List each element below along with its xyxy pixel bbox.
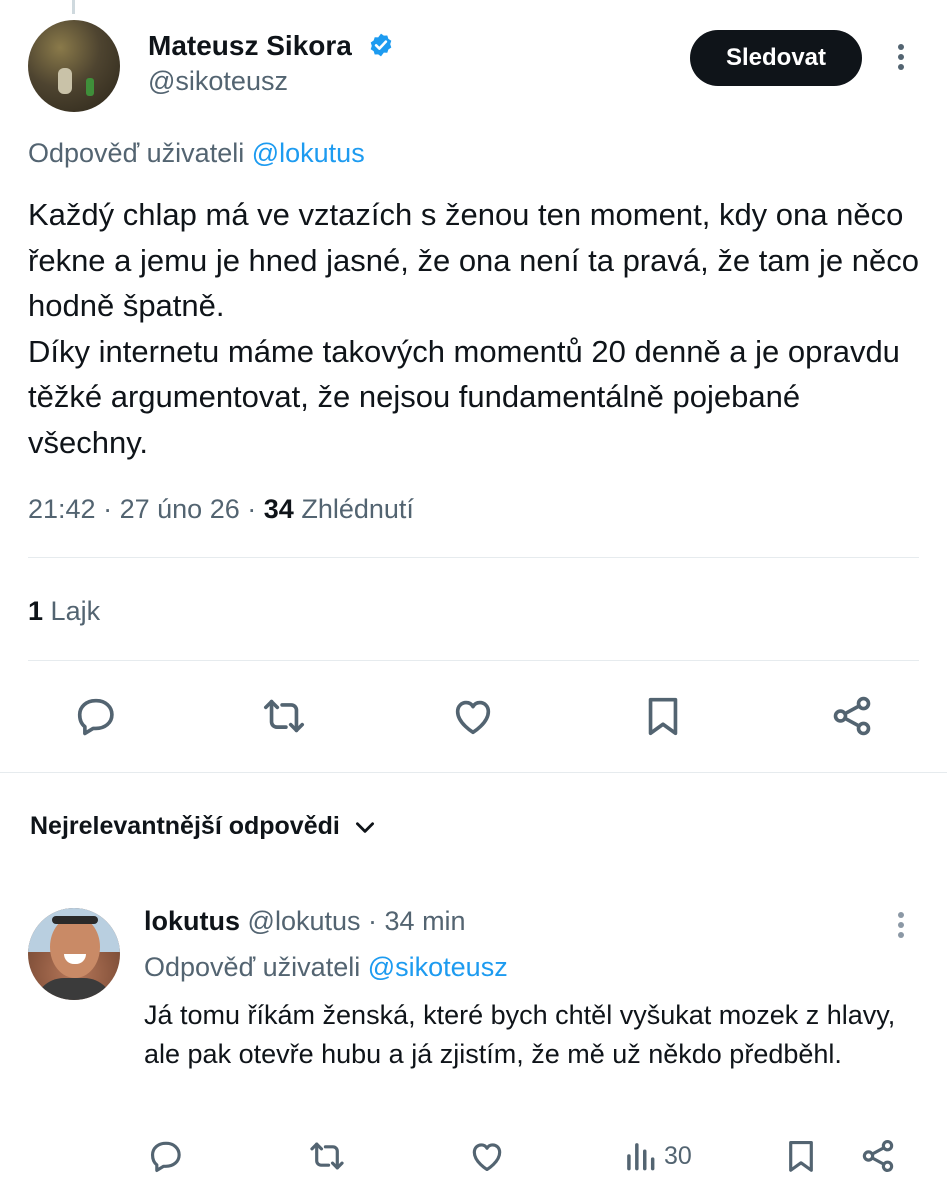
views-count: 34 bbox=[263, 494, 294, 524]
chevron-down-icon bbox=[355, 821, 374, 833]
retweet-button[interactable] bbox=[258, 690, 310, 742]
bookmark-icon bbox=[648, 697, 678, 736]
likes-summary[interactable]: 1 Lajk bbox=[28, 596, 100, 627]
share-icon bbox=[833, 696, 871, 736]
reply-header: lokutus @lokutus · 34 min bbox=[144, 906, 466, 936]
likes-label: Lajk bbox=[50, 596, 101, 626]
bookmark-icon bbox=[789, 1140, 813, 1172]
reply-context: Odpověď uživateli @sikoteusz bbox=[144, 952, 508, 983]
reply-icon bbox=[77, 698, 114, 736]
reply-context-prefix: Odpověď uživateli bbox=[144, 952, 361, 982]
reply-views-count: 30 bbox=[664, 1142, 692, 1170]
reply-author-handle[interactable]: @lokutus bbox=[248, 906, 361, 936]
share-button[interactable] bbox=[826, 690, 878, 742]
views-label: Zhlédnutí bbox=[301, 494, 414, 524]
reply-bookmark-button[interactable] bbox=[779, 1134, 823, 1178]
tweet-date[interactable]: 27 úno 26 bbox=[120, 494, 240, 524]
reply-share-button[interactable] bbox=[856, 1134, 900, 1178]
reply-to-mention[interactable]: @lokutus bbox=[252, 138, 365, 168]
verified-badge-icon bbox=[370, 33, 392, 57]
reply-context: Odpověď uživateli @lokutus bbox=[28, 138, 365, 169]
reply-text: Já tomu říkám ženská, které bych chtěl v… bbox=[144, 1000, 896, 1069]
tweet-text-paragraph: Díky internetu máme takových momentů 20 … bbox=[28, 333, 900, 460]
share-icon bbox=[862, 1140, 894, 1172]
like-icon bbox=[472, 1143, 502, 1172]
tweet-time[interactable]: 21:42 bbox=[28, 494, 96, 524]
reply-retweet-button[interactable] bbox=[305, 1134, 349, 1178]
tweet-text-paragraph: Každý chlap má ve vztazích s ženou ten m… bbox=[28, 197, 919, 324]
author-handle[interactable]: @sikoteusz bbox=[148, 66, 288, 97]
reply-like-button[interactable] bbox=[465, 1134, 509, 1178]
reply-views-button[interactable] bbox=[618, 1134, 662, 1178]
reply-context-prefix: Odpověď uživateli bbox=[28, 138, 245, 168]
reply-time[interactable]: 34 min bbox=[385, 906, 466, 936]
reply-reply-button[interactable] bbox=[144, 1134, 188, 1178]
more-options-icon[interactable] bbox=[892, 910, 910, 940]
author-avatar[interactable] bbox=[28, 20, 120, 112]
retweet-icon bbox=[263, 699, 305, 733]
likes-count: 1 bbox=[28, 596, 44, 626]
views-chart-icon bbox=[627, 1143, 655, 1171]
reply-to-mention[interactable]: @sikoteusz bbox=[368, 952, 508, 982]
divider bbox=[0, 772, 947, 773]
like-icon bbox=[455, 700, 491, 735]
more-options-icon[interactable] bbox=[892, 42, 910, 72]
like-button[interactable] bbox=[447, 690, 499, 742]
reply-author-avatar[interactable] bbox=[28, 908, 120, 1000]
replies-sort-selector[interactable]: Nejrelevantnější odpovědi bbox=[30, 812, 378, 841]
reply-icon bbox=[150, 1141, 181, 1172]
reply-author-name[interactable]: lokutus bbox=[144, 906, 240, 936]
author-name[interactable]: Mateusz Sikora bbox=[148, 30, 352, 62]
divider bbox=[28, 660, 919, 661]
replies-sort-label: Nejrelevantnější odpovědi bbox=[30, 812, 340, 840]
thread-connector-line bbox=[72, 0, 75, 14]
bookmark-button[interactable] bbox=[637, 690, 689, 742]
tweet-text: Každý chlap má ve vztazích s ženou ten m… bbox=[28, 192, 923, 466]
divider bbox=[28, 557, 919, 558]
reply-button[interactable] bbox=[70, 690, 122, 742]
follow-button[interactable]: Sledovat bbox=[690, 30, 862, 86]
tweet-meta: 21:42 · 27 úno 26 · 34 Zhlédnutí bbox=[28, 494, 414, 524]
retweet-icon bbox=[310, 1142, 344, 1170]
